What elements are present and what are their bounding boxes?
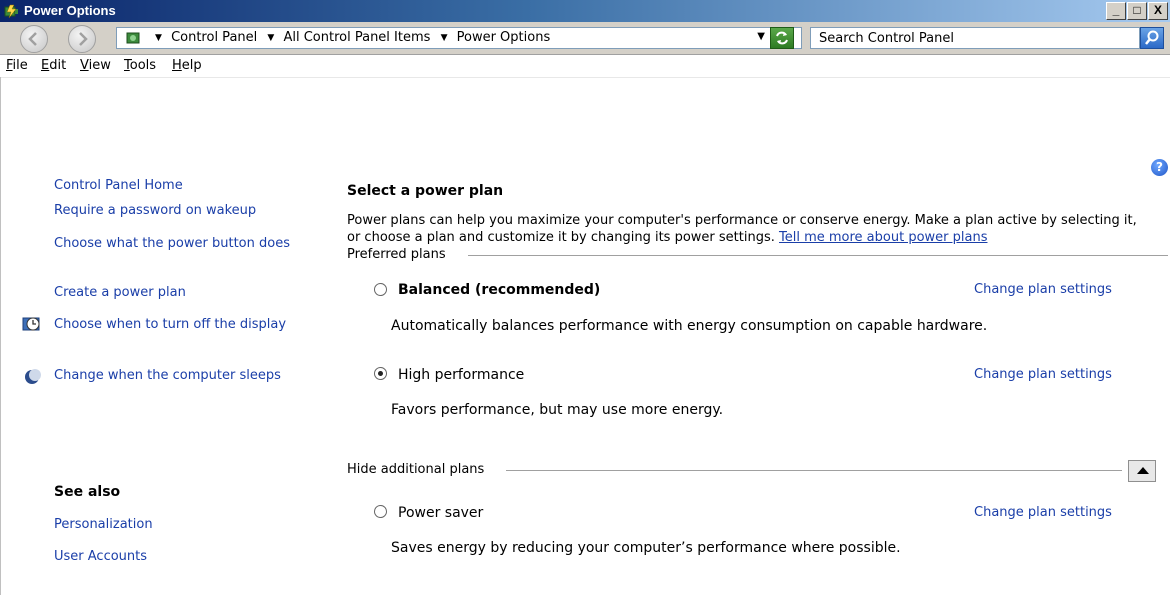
control-panel-home-link[interactable]: Control Panel Home: [54, 177, 183, 194]
address-toolbar: ▼ Control Panel ▼ All Control Panel Item…: [0, 22, 1170, 55]
minimize-button[interactable]: _: [1106, 2, 1126, 20]
balanced-radio[interactable]: [374, 283, 387, 296]
search-placeholder: Search Control Panel: [819, 31, 954, 46]
address-history-dropdown-icon[interactable]: ▼: [757, 31, 765, 42]
plan-desc-power-saver: Saves energy by reducing your computer’s…: [391, 540, 901, 556]
chevron-down-icon[interactable]: ▼: [267, 33, 274, 43]
page-title: Select a power plan: [347, 183, 504, 199]
refresh-button[interactable]: [770, 27, 794, 49]
plan-desc-high-performance: Favors performance, but may use more ene…: [391, 402, 724, 418]
require-password-link[interactable]: Require a password on wakeup: [54, 202, 256, 219]
create-power-plan-link[interactable]: Create a power plan: [54, 284, 186, 301]
high-performance-radio[interactable]: [374, 367, 387, 380]
collapse-additional-plans-button[interactable]: [1128, 460, 1156, 482]
chevron-down-icon[interactable]: ▼: [441, 33, 448, 43]
change-plan-settings-power-saver[interactable]: Change plan settings: [974, 505, 1112, 520]
menu-view[interactable]: View: [80, 58, 111, 73]
change-plan-settings-high-performance[interactable]: Change plan settings: [974, 367, 1112, 382]
menu-bar: File Edit View Tools Help: [0, 55, 1170, 78]
window-title: Power Options: [24, 3, 116, 18]
intro-description: Power plans can help you maximize your c…: [347, 213, 1137, 245]
turn-off-display-link[interactable]: Choose when to turn off the display: [54, 316, 304, 333]
user-accounts-link[interactable]: User Accounts: [54, 548, 147, 565]
intro-text: Power plans can help you maximize your c…: [347, 212, 1147, 246]
forward-arrow-icon: [79, 32, 88, 46]
window-frame: [0, 77, 1, 595]
title-bar: Power Options _ □ X: [0, 0, 1170, 22]
breadcrumb-control-panel[interactable]: Control Panel: [171, 30, 257, 45]
computer-sleeps-link[interactable]: Change when the computer sleeps: [54, 367, 281, 384]
group-divider: [468, 255, 1168, 256]
power-button-link[interactable]: Choose what the power button does: [54, 235, 304, 252]
plan-name-balanced[interactable]: Balanced (recommended): [398, 282, 600, 298]
power-saver-radio[interactable]: [374, 505, 387, 518]
refresh-icon: [776, 31, 788, 45]
breadcrumb-power-options[interactable]: Power Options: [457, 30, 551, 45]
breadcrumb: ▼ Control Panel ▼ All Control Panel Item…: [149, 30, 550, 45]
change-plan-settings-balanced[interactable]: Change plan settings: [974, 282, 1112, 297]
chevron-down-icon[interactable]: ▼: [155, 33, 162, 43]
sleep-moon-icon: [25, 369, 41, 384]
back-arrow-icon: [28, 32, 37, 46]
preferred-plans-label: Preferred plans: [347, 247, 446, 262]
power-options-icon: [4, 4, 18, 19]
display-clock-icon: [22, 317, 40, 331]
group-divider: [506, 470, 1122, 471]
control-panel-icon: [126, 32, 140, 44]
back-button[interactable]: [20, 25, 48, 53]
forward-button[interactable]: [68, 25, 96, 53]
close-button[interactable]: X: [1148, 2, 1168, 20]
breadcrumb-all-items[interactable]: All Control Panel Items: [283, 30, 430, 45]
search-icon: [1145, 30, 1159, 45]
see-also-heading: See also: [54, 484, 121, 500]
maximize-button[interactable]: □: [1127, 2, 1147, 20]
plan-name-power-saver[interactable]: Power saver: [398, 505, 483, 521]
menu-tools[interactable]: Tools: [124, 58, 156, 73]
personalization-link[interactable]: Personalization: [54, 516, 153, 533]
plan-name-high-performance[interactable]: High performance: [398, 367, 524, 383]
menu-help[interactable]: Help: [172, 58, 202, 73]
menu-edit[interactable]: Edit: [41, 58, 66, 73]
chevron-up-icon: [1137, 467, 1149, 474]
plan-desc-balanced: Automatically balances performance with …: [391, 318, 988, 334]
hide-additional-plans-label[interactable]: Hide additional plans: [347, 462, 484, 477]
tell-me-more-link[interactable]: Tell me more about power plans: [779, 230, 987, 245]
address-bar[interactable]: ▼ Control Panel ▼ All Control Panel Item…: [116, 27, 802, 49]
search-input[interactable]: Search Control Panel: [810, 27, 1140, 49]
help-icon[interactable]: ?: [1151, 159, 1168, 176]
menu-file[interactable]: File: [6, 58, 28, 73]
search-button[interactable]: [1140, 27, 1164, 49]
